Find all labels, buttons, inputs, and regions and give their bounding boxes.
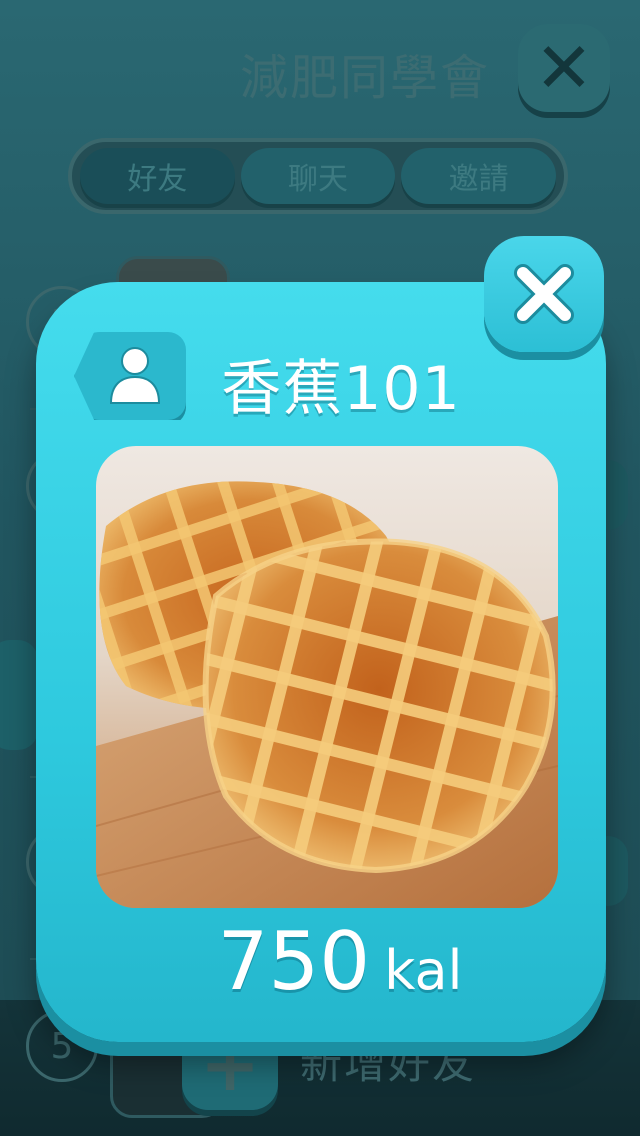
user-icon (109, 347, 161, 404)
close-icon (514, 264, 574, 324)
close-icon: ✕ (534, 27, 594, 109)
food-photo (96, 446, 558, 908)
calorie-value: 750 (217, 915, 371, 1008)
tab-friends[interactable]: 好友 (80, 148, 235, 204)
page-title: 減肥同學會 (239, 50, 490, 106)
friend-avatar-partial[interactable] (0, 640, 38, 750)
close-button[interactable] (484, 236, 604, 352)
calorie-display: 750 kal (130, 915, 550, 1008)
waffle-image (96, 446, 558, 908)
background-close-button[interactable]: ✕ (518, 24, 610, 112)
profile-button[interactable] (74, 332, 186, 420)
food-name: 香蕉101 (221, 354, 461, 424)
tab-bar: 好友 聊天 邀請 (68, 138, 568, 214)
calorie-unit: kal (384, 939, 463, 1002)
tab-chat[interactable]: 聊天 (240, 148, 396, 204)
tab-invite[interactable]: 邀請 (401, 148, 557, 204)
